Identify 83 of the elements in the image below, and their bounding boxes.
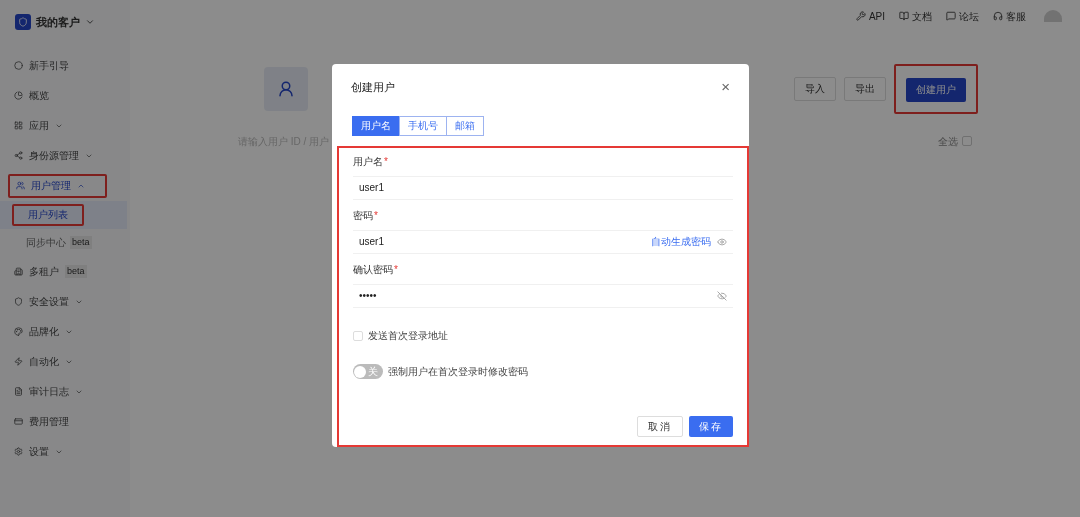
chat-icon <box>946 11 956 21</box>
dialog-title: 创建用户 <box>351 79 395 95</box>
top-link[interactable]: 文档 <box>912 8 932 24</box>
sidebar-label: 品牌化 <box>29 325 59 339</box>
required-mark: * <box>394 263 398 278</box>
required-mark: * <box>384 155 388 170</box>
submenu-label: 同步中心 <box>26 236 66 250</box>
sidebar-item[interactable]: 安全设置 <box>8 291 89 312</box>
sidebar-label: 审计日志 <box>29 385 69 399</box>
field-label: 确认密码 <box>353 263 393 278</box>
sidebar-item[interactable]: 审计日志 <box>8 381 89 402</box>
submenu-item[interactable]: 同步中心 beta <box>12 233 106 252</box>
circle-icon <box>14 61 23 70</box>
sidebar-item[interactable]: 概览 <box>8 85 55 106</box>
dialog-button[interactable]: 取消 <box>637 416 683 437</box>
sidebar-label: 多租户 <box>29 265 59 279</box>
sidebar-label: 新手引导 <box>29 59 69 73</box>
sidebar-item[interactable]: 设置 <box>8 441 69 462</box>
toolbar-button[interactable]: 导出 <box>844 76 886 101</box>
book-icon <box>899 11 909 21</box>
card-icon <box>14 417 23 426</box>
shield-icon <box>14 297 23 306</box>
tab[interactable]: 邮箱 <box>446 115 484 136</box>
dialog-button[interactable]: 保存 <box>689 416 733 437</box>
wrench-icon <box>855 11 866 21</box>
sidebar-label: 自动化 <box>29 355 59 369</box>
eye-icon[interactable] <box>717 236 727 247</box>
sidebar-label: 用户管理 <box>31 179 71 193</box>
sidebar-item[interactable]: 费用管理 <box>8 411 75 432</box>
close-button[interactable]: × <box>721 79 730 95</box>
required-mark: * <box>374 209 378 224</box>
settings-icon <box>14 447 23 456</box>
toolbar-button[interactable]: 创建用户 <box>906 77 966 102</box>
users-icon <box>16 181 25 190</box>
generate-password-link[interactable]: 自动生成密码 <box>651 234 711 250</box>
top-link[interactable]: 论坛 <box>959 8 979 24</box>
sidebar-item[interactable]: 多租户 beta <box>8 261 93 282</box>
sidebar-item[interactable]: 新手引导 <box>8 55 75 76</box>
building-icon <box>14 267 23 276</box>
field-value: ••••• <box>359 289 377 304</box>
sidebar-label: 应用 <box>29 119 49 133</box>
tab[interactable]: 手机号 <box>399 115 447 136</box>
sidebar-label: 费用管理 <box>29 415 69 429</box>
beta-badge: beta <box>70 235 92 250</box>
tab[interactable]: 用户名 <box>352 115 400 136</box>
toolbar-button[interactable]: 导入 <box>794 76 836 101</box>
share-icon <box>14 151 23 160</box>
checkbox[interactable] <box>353 330 363 341</box>
user-avatar <box>264 66 308 111</box>
lightning-icon <box>14 357 23 366</box>
sidebar-label: 安全设置 <box>29 295 69 309</box>
pie-chart-icon <box>14 91 23 100</box>
checkbox-label: 发送首次登录地址 <box>368 329 448 344</box>
submenu-label: 用户列表 <box>28 208 68 222</box>
grid-icon <box>14 121 23 130</box>
input-field[interactable]: user1 自动生成密码 <box>353 229 733 254</box>
avatar-icon[interactable] <box>1044 10 1062 22</box>
top-link[interactable]: API <box>868 8 885 24</box>
switch-label: 强制用户在首次登录时修改密码 <box>388 365 528 380</box>
sidebar-item[interactable]: 应用 <box>8 115 69 136</box>
sidebar-label: 身份源管理 <box>29 149 79 163</box>
org-name: 我的客户 <box>36 15 80 30</box>
logo-icon <box>15 14 31 31</box>
palette-icon <box>14 327 23 336</box>
document-icon <box>14 387 23 396</box>
sidebar-item[interactable]: 品牌化 <box>8 321 79 342</box>
sidebar-item[interactable]: 身份源管理 <box>8 145 99 166</box>
submenu-item[interactable]: 用户列表 <box>14 205 82 224</box>
input-field[interactable]: ••••• <box>353 283 733 308</box>
top-link[interactable]: 客服 <box>1006 8 1026 24</box>
input-field[interactable]: user1 <box>353 175 733 200</box>
headset-icon <box>993 11 1003 21</box>
beta-badge: beta <box>65 264 87 279</box>
field-label: 密码 <box>353 209 373 224</box>
select-all-checkbox[interactable] <box>962 136 972 146</box>
sidebar-label: 设置 <box>29 445 49 459</box>
field-value: user1 <box>359 181 384 196</box>
field-label: 用户名 <box>353 155 383 170</box>
field-value: user1 <box>359 235 384 250</box>
sidebar-item[interactable]: 用户管理 <box>10 175 91 196</box>
sidebar-item[interactable]: 自动化 <box>8 351 79 372</box>
sidebar-label: 概览 <box>29 89 49 103</box>
eye-off-icon[interactable] <box>717 290 727 301</box>
